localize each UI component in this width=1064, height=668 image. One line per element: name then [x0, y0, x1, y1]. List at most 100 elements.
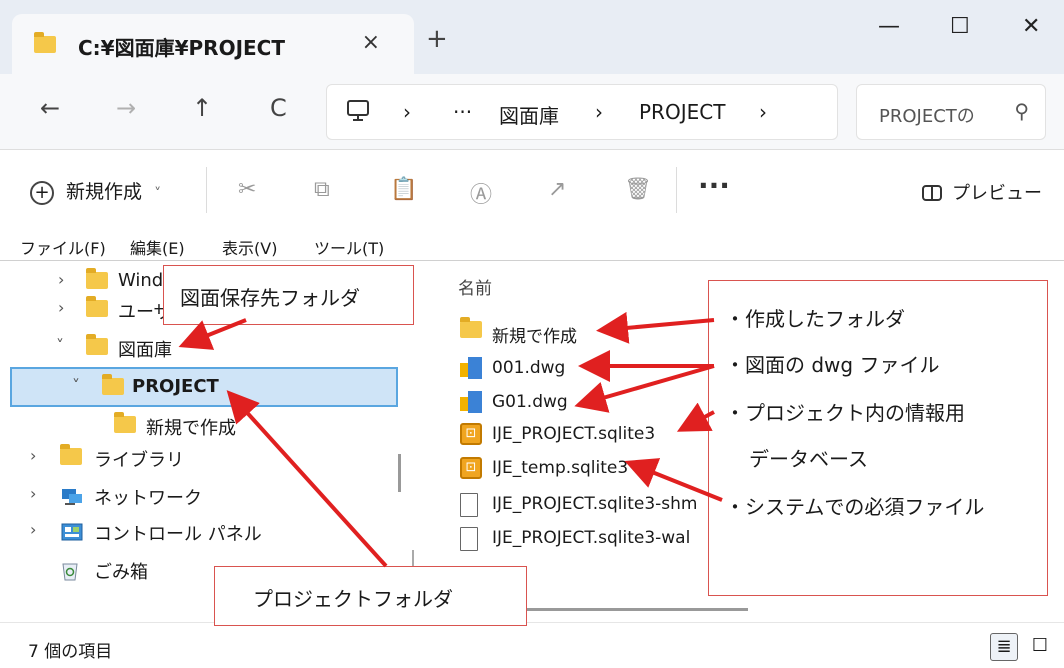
- menu-file[interactable]: ファイル(F): [20, 235, 106, 259]
- maximize-button[interactable]: ☐: [950, 14, 970, 39]
- forward-button[interactable]: →: [116, 94, 136, 122]
- chevron-right-icon[interactable]: ›: [58, 298, 64, 317]
- tree-item-new-folder[interactable]: 新規で作成: [0, 410, 400, 444]
- file-name: IJE_PROJECT.sqlite3-wal: [492, 528, 691, 548]
- address-bar[interactable]: › ··· 図面庫 › PROJECT ›: [326, 84, 838, 140]
- tab-close-button[interactable]: ×: [362, 30, 380, 55]
- new-label: 新規作成: [66, 181, 143, 203]
- callout-project-folder: プロジェクトフォルダ: [214, 566, 527, 626]
- breadcrumb-chevron[interactable]: ›: [403, 100, 411, 124]
- minimize-button[interactable]: —: [878, 14, 900, 39]
- callout-file-notes: ・作成したフォルダ ・図面の dwg ファイル ・プロジェクト内の情報用 データ…: [708, 280, 1048, 596]
- file-name: IJE_PROJECT.sqlite3: [492, 424, 656, 444]
- chevron-down-icon: ˅: [154, 186, 162, 202]
- breadcrumb-overflow[interactable]: ···: [453, 100, 472, 124]
- column-header-name[interactable]: 名前: [458, 274, 492, 299]
- tree-item-control-panel[interactable]: › コントロール パネル: [0, 516, 400, 550]
- tree-item-label: Wind: [118, 270, 164, 291]
- status-bar: 7 個の項目 ≣ ☐: [0, 622, 1064, 668]
- tree-item-libraries[interactable]: › ライブラリ: [0, 442, 400, 476]
- breadcrumb-chevron[interactable]: ›: [595, 100, 603, 124]
- command-bar: + 新規作成 ˅ ✂ ⧉ 📋 Ⓐ ↗ 🗑 ··· プレビュー: [0, 151, 1064, 231]
- tree-item-label: ごみ箱: [94, 562, 148, 583]
- chevron-down-icon[interactable]: ˅: [72, 376, 80, 395]
- tree-item-project[interactable]: ˅ PROJECT: [0, 372, 400, 406]
- breadcrumb-project[interactable]: PROJECT: [639, 100, 725, 124]
- preview-button[interactable]: プレビュー: [922, 179, 1042, 205]
- file-name: G01.dwg: [492, 392, 568, 412]
- details-view-button[interactable]: ≣: [990, 633, 1018, 661]
- back-button[interactable]: ←: [40, 94, 60, 122]
- up-button[interactable]: ↑: [192, 94, 212, 122]
- folder-icon: [86, 334, 108, 355]
- folder-icon: [34, 32, 56, 53]
- breadcrumb-drawing-library[interactable]: 図面庫: [499, 100, 559, 129]
- search-icon: ⚲: [1014, 99, 1029, 123]
- item-count: 7 個の項目: [28, 642, 113, 662]
- more-options-button[interactable]: ···: [698, 169, 730, 202]
- note-created-folder: ・作成したフォルダ: [725, 307, 905, 331]
- control-panel-icon: [61, 523, 83, 541]
- breadcrumb-chevron[interactable]: ›: [759, 100, 767, 124]
- refresh-button[interactable]: C: [270, 94, 287, 122]
- title-bar: C:¥図面庫¥PROJECT × + — ☐ ✕: [0, 0, 1064, 74]
- library-icon: [60, 444, 82, 465]
- note-project-info: ・プロジェクト内の情報用: [725, 401, 965, 425]
- lock-icon: ⊡: [460, 423, 482, 445]
- file-name: 新規で作成: [492, 327, 577, 347]
- paste-icon[interactable]: 📋: [390, 177, 417, 202]
- tree-item-label: 新規で作成: [146, 418, 236, 439]
- chevron-down-icon[interactable]: ˅: [56, 336, 64, 355]
- file-name: 001.dwg: [492, 358, 566, 378]
- note-database: データベース: [749, 447, 868, 471]
- tree-item-drawing-library[interactable]: ˅ 図面庫: [0, 332, 400, 366]
- navigation-bar: ← → ↑ C › ··· 図面庫 › PROJECT › PROJECTの ⚲: [0, 74, 1064, 150]
- rename-icon[interactable]: Ⓐ: [470, 177, 492, 209]
- delete-icon[interactable]: 🗑: [624, 177, 652, 202]
- folder-icon: [86, 268, 108, 289]
- tab-project[interactable]: C:¥図面庫¥PROJECT ×: [12, 14, 414, 74]
- tiles-view-button[interactable]: ☐: [1026, 633, 1054, 661]
- cut-icon[interactable]: ✂: [238, 177, 256, 202]
- new-tab-button[interactable]: +: [426, 26, 448, 52]
- callout-project-folder-text: プロジェクトフォルダ: [253, 587, 453, 611]
- nav-scrollbar[interactable]: [398, 454, 401, 492]
- chevron-right-icon[interactable]: ›: [30, 446, 36, 465]
- menu-edit[interactable]: 編集(E): [130, 235, 185, 259]
- document-icon: [460, 527, 478, 551]
- chevron-right-icon[interactable]: ›: [30, 484, 36, 503]
- chevron-right-icon[interactable]: ›: [58, 270, 64, 289]
- chevron-right-icon[interactable]: ›: [30, 520, 36, 539]
- menu-tools[interactable]: ツール(T): [314, 235, 384, 259]
- note-system-files: ・システムでの必須ファイル: [725, 495, 985, 519]
- tree-item-label: ライブラリ: [94, 450, 184, 471]
- file-name: IJE_PROJECT.sqlite3-shm: [492, 494, 698, 514]
- network-icon: [62, 489, 82, 505]
- close-window-button[interactable]: ✕: [1022, 14, 1040, 39]
- new-button[interactable]: + 新規作成 ˅: [30, 177, 161, 205]
- menu-bar: ファイル(F) 編集(E) 表示(V) ツール(T): [0, 231, 1064, 261]
- folder-icon: [102, 374, 124, 395]
- computer-icon: [347, 100, 369, 121]
- tree-item-network[interactable]: › ネットワーク: [0, 480, 400, 514]
- tab-title: C:¥図面庫¥PROJECT: [78, 36, 285, 60]
- preview-pane-icon: [922, 185, 942, 201]
- tree-item-label: PROJECT: [132, 376, 219, 397]
- tree-item-label: ネットワーク: [94, 488, 202, 509]
- dwg-icon: [460, 391, 482, 413]
- tree-item-label: 図面庫: [118, 340, 172, 361]
- dwg-icon: [460, 357, 482, 379]
- plus-icon: +: [30, 180, 54, 205]
- callout-drawing-folder-text: 図面保存先フォルダ: [180, 286, 360, 310]
- lock-icon: ⊡: [460, 457, 482, 479]
- search-input[interactable]: PROJECTの: [879, 102, 975, 128]
- preview-label: プレビュー: [952, 183, 1042, 204]
- recycle-bin-icon: [62, 563, 78, 581]
- share-icon[interactable]: ↗: [548, 177, 566, 202]
- note-dwg-files: ・図面の dwg ファイル: [725, 353, 940, 377]
- search-box[interactable]: PROJECTの ⚲: [856, 84, 1046, 140]
- file-name: IJE_temp.sqlite3: [492, 458, 629, 478]
- copy-icon[interactable]: ⧉: [314, 177, 330, 202]
- menu-view[interactable]: 表示(V): [222, 235, 277, 259]
- callout-drawing-folder: 図面保存先フォルダ: [163, 265, 414, 325]
